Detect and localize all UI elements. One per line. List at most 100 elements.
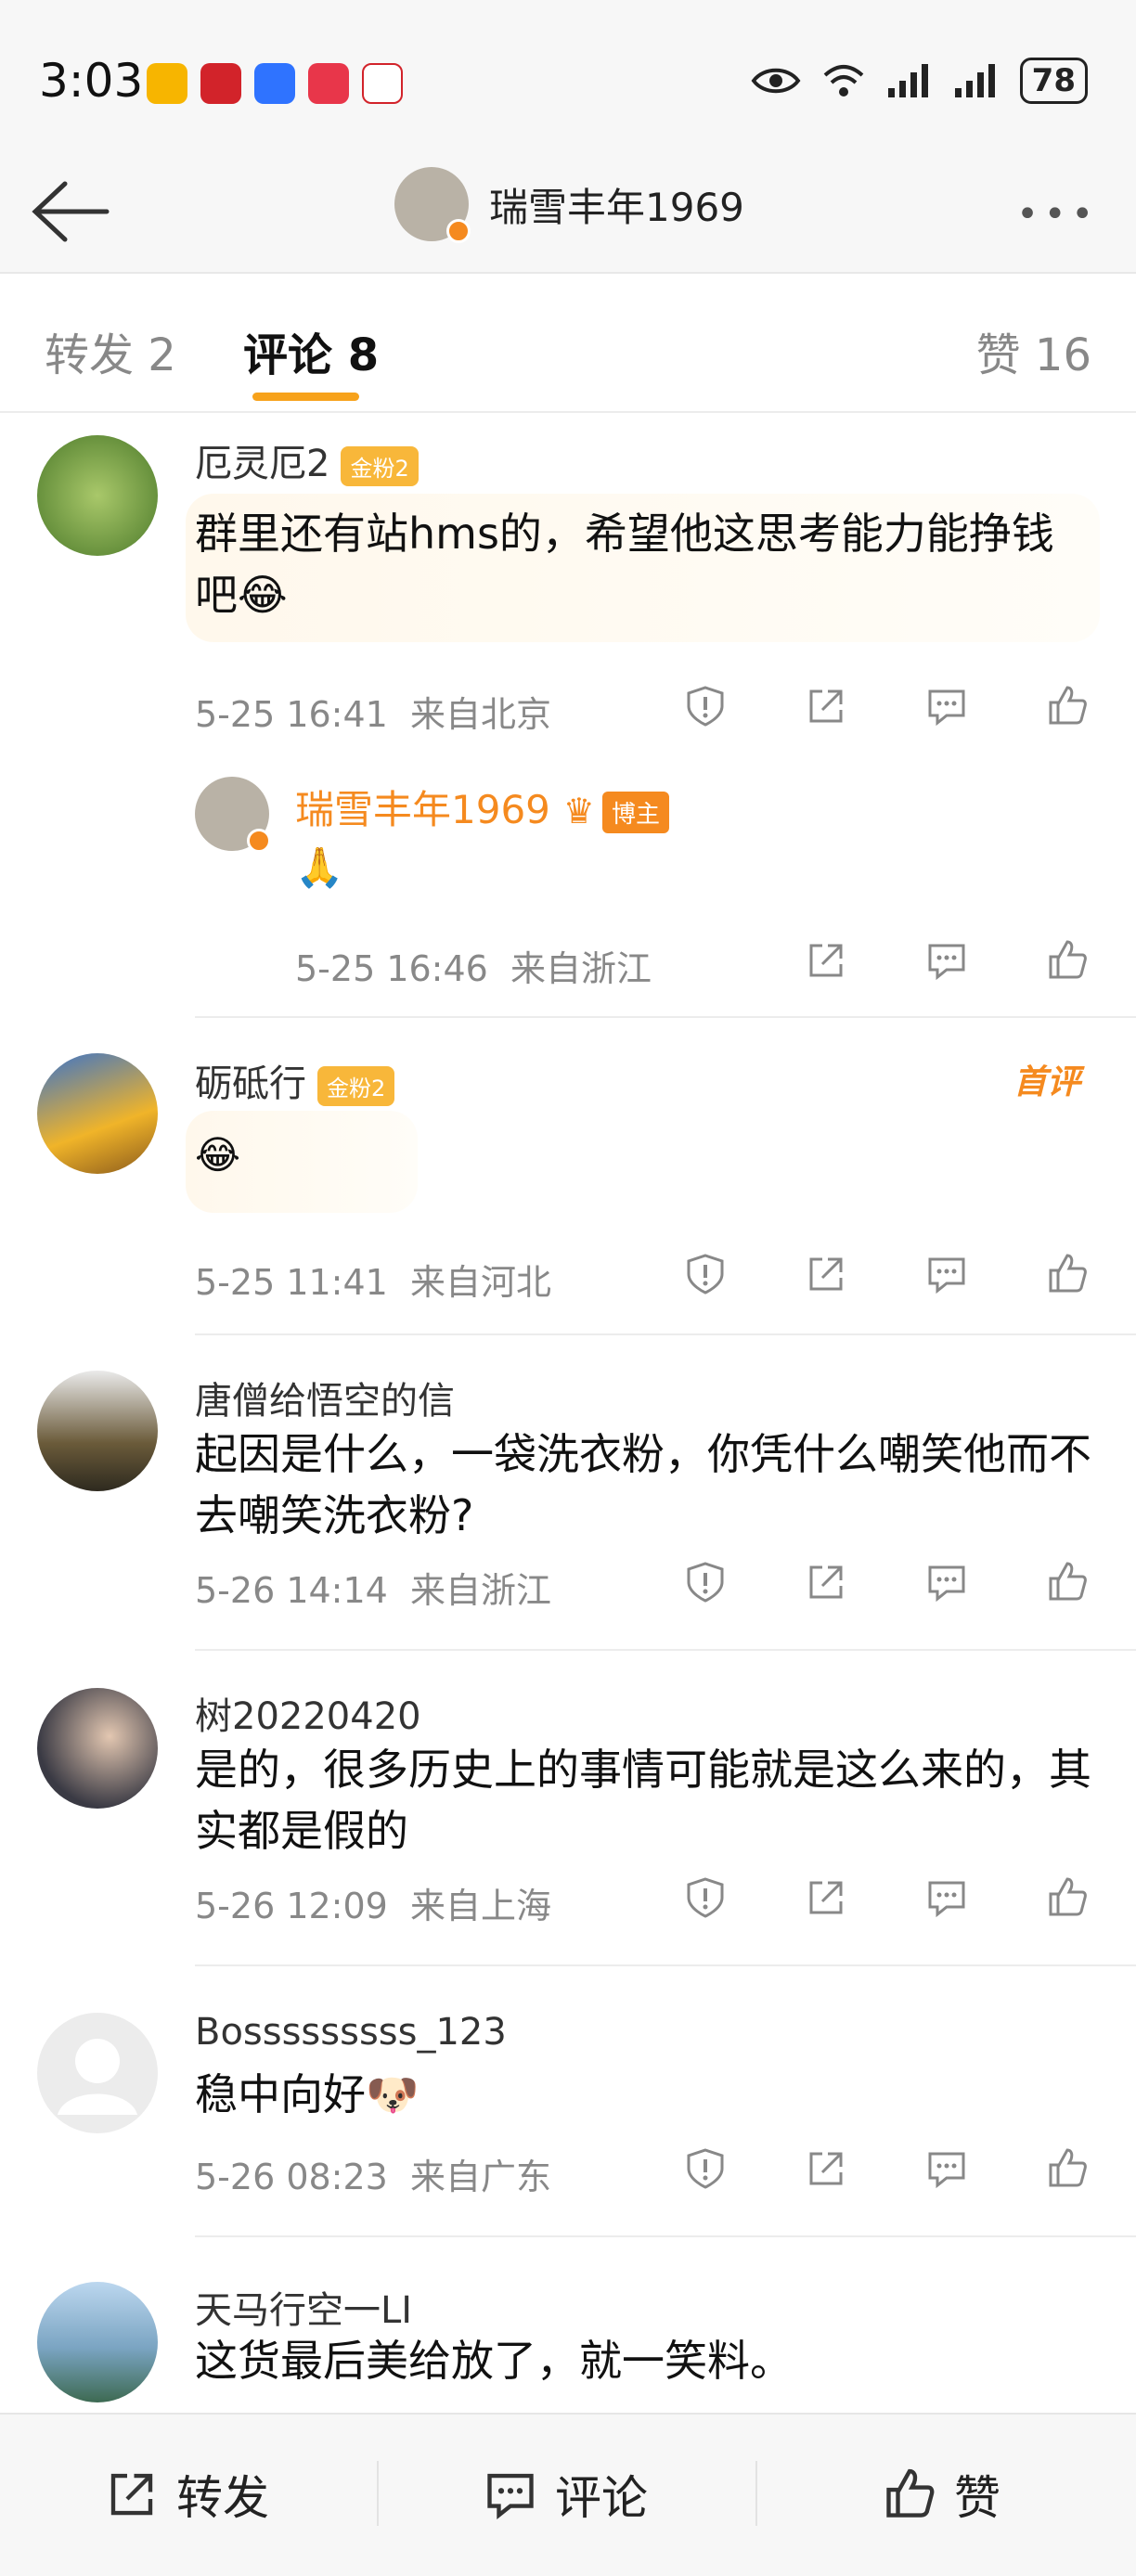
reply-icon[interactable] bbox=[924, 938, 969, 983]
more-options-icon[interactable]: ••• bbox=[1016, 193, 1099, 236]
crown-icon: ♛ bbox=[562, 791, 595, 831]
divider bbox=[195, 1649, 1136, 1651]
like-icon[interactable] bbox=[1045, 684, 1090, 728]
comment-username-text[interactable]: 厄灵厄2 bbox=[195, 443, 329, 485]
comment-button[interactable]: 评论 bbox=[483, 2461, 648, 2528]
comment-location: 来自浙江 bbox=[410, 1570, 552, 1611]
comment-time: 5-25 11:41 bbox=[195, 1262, 388, 1303]
system-icons: 78 bbox=[751, 58, 1088, 104]
huawei-app-icon bbox=[308, 63, 349, 104]
comment-username[interactable]: 唐僧给悟空的信 bbox=[195, 1371, 455, 1424]
reply-text: 🙏 bbox=[295, 844, 344, 890]
divider bbox=[195, 2235, 1136, 2237]
reply-location: 来自浙江 bbox=[510, 948, 652, 989]
divider bbox=[195, 1333, 1136, 1335]
author-tag: 博主 bbox=[601, 792, 669, 833]
comment-location: 来自北京 bbox=[410, 694, 552, 735]
share-icon bbox=[110, 2473, 153, 2516]
comment-username-text[interactable]: 砺砥行 bbox=[195, 1063, 306, 1105]
share-icon[interactable] bbox=[804, 1875, 848, 1920]
comment-actions bbox=[683, 684, 1090, 728]
divider bbox=[195, 1016, 1136, 1018]
commenter-avatar[interactable] bbox=[37, 435, 158, 556]
post-author[interactable]: 瑞雪丰年1969 bbox=[394, 167, 744, 243]
like-icon[interactable] bbox=[1045, 1560, 1090, 1604]
like-icon[interactable] bbox=[1045, 1875, 1090, 1920]
tab-likes[interactable]: 赞 16 bbox=[976, 318, 1091, 383]
tab-bar: 转发 2 评论 8 赞 16 bbox=[0, 274, 1136, 413]
reply-icon[interactable] bbox=[924, 1252, 969, 1296]
share-icon[interactable] bbox=[804, 2146, 848, 2191]
status-time: 3:03 bbox=[39, 54, 144, 108]
share-icon[interactable] bbox=[804, 1252, 848, 1296]
battery-indicator: 78 bbox=[1019, 58, 1088, 104]
comment-label: 评论 bbox=[555, 2471, 648, 2525]
comment-list[interactable]: 厄灵厄2 金粉2 群里还有站hms的，希望他这思考能力能挣钱吧😂 5-25 16:… bbox=[0, 415, 1136, 2412]
comment-icon bbox=[487, 2473, 534, 2520]
comment-username[interactable]: 天马行空一LI bbox=[195, 2280, 412, 2334]
reply-avatar[interactable] bbox=[195, 777, 271, 853]
notification-icons bbox=[147, 63, 403, 104]
first-comment-badge: 首评 bbox=[1013, 1063, 1080, 1101]
reply-icon[interactable] bbox=[924, 684, 969, 728]
fan-badge: 金粉2 bbox=[317, 1065, 395, 1106]
blue-app-icon bbox=[254, 63, 295, 104]
comment-username[interactable]: Bosssssssss_123 bbox=[195, 2011, 507, 2054]
default-avatar-icon bbox=[58, 2039, 137, 2115]
share-icon[interactable] bbox=[804, 938, 848, 983]
share-icon[interactable] bbox=[804, 684, 848, 728]
reply-icon[interactable] bbox=[924, 2146, 969, 2191]
like-icon[interactable] bbox=[1045, 2146, 1090, 2191]
comment-time: 5-26 08:23 bbox=[195, 2157, 388, 2197]
like-icon[interactable] bbox=[1045, 938, 1090, 983]
report-icon[interactable] bbox=[683, 1875, 728, 1920]
commenter-avatar[interactable] bbox=[37, 1371, 158, 1491]
like-icon[interactable] bbox=[1045, 1252, 1090, 1296]
comment-actions bbox=[683, 1560, 1090, 1604]
comment-username[interactable]: 砺砥行 金粉2 bbox=[195, 1053, 395, 1107]
study-app-icon bbox=[200, 63, 241, 104]
report-icon[interactable] bbox=[683, 1560, 728, 1604]
divider bbox=[195, 1964, 1136, 1966]
wifi-icon bbox=[823, 65, 864, 97]
verified-badge-icon bbox=[446, 219, 471, 243]
separator bbox=[377, 2461, 379, 2526]
reply-icon[interactable] bbox=[924, 1560, 969, 1604]
tab-repost[interactable]: 转发 2 bbox=[45, 318, 176, 383]
news-app-icon bbox=[362, 63, 403, 104]
comment-actions bbox=[683, 1252, 1090, 1296]
commenter-avatar[interactable] bbox=[37, 2282, 158, 2402]
repost-label: 转发 bbox=[176, 2471, 269, 2525]
author-name[interactable]: 瑞雪丰年1969 bbox=[489, 176, 744, 233]
reply-username[interactable]: 瑞雪丰年1969 ♛ 博主 bbox=[295, 779, 669, 835]
comment-text: 起因是什么，一袋洗衣粉，你凭什么嘲笑他而不去嘲笑洗衣粉? bbox=[195, 1429, 1091, 1540]
commenter-avatar[interactable] bbox=[37, 1688, 158, 1809]
comment-text: 是的，很多历史上的事情可能就是这么来的，其实都是假的 bbox=[195, 1745, 1091, 1856]
comment-username[interactable]: 厄灵厄2 金粉2 bbox=[195, 433, 419, 487]
report-icon[interactable] bbox=[683, 1252, 728, 1296]
reply-icon[interactable] bbox=[924, 1875, 969, 1920]
comment-location: 来自河北 bbox=[410, 1262, 552, 1303]
comment-actions bbox=[683, 2146, 1090, 2191]
share-icon[interactable] bbox=[804, 1560, 848, 1604]
comment-meta: 5-26 08:23 来自广东 bbox=[195, 2148, 551, 2199]
report-icon[interactable] bbox=[683, 2146, 728, 2191]
author-avatar[interactable] bbox=[394, 167, 471, 243]
reply-time: 5-25 16:46 bbox=[295, 948, 488, 989]
repost-button[interactable]: 转发 bbox=[104, 2461, 269, 2528]
back-arrow-icon[interactable] bbox=[28, 174, 111, 249]
report-icon[interactable] bbox=[683, 684, 728, 728]
comment-text: 群里还有站hms的，希望他这思考能力能挣钱吧😂 bbox=[195, 509, 1054, 620]
comment-username[interactable]: 树20220420 bbox=[195, 1686, 421, 1740]
fan-badge: 金粉2 bbox=[341, 445, 419, 486]
comment-text: 😂 bbox=[195, 1132, 241, 1178]
comment-text: 这货最后美给放了，就一笑料。 bbox=[195, 2336, 793, 2386]
tab-comments[interactable]: 评论 8 bbox=[243, 318, 379, 383]
signal-icon bbox=[887, 64, 928, 97]
commenter-avatar[interactable] bbox=[37, 1053, 158, 1174]
reply-username-text[interactable]: 瑞雪丰年1969 bbox=[295, 787, 550, 832]
comment-time: 5-26 14:14 bbox=[195, 1570, 388, 1611]
like-button[interactable]: 赞 bbox=[882, 2461, 1000, 2528]
status-bar: 3:03 78 bbox=[0, 0, 1136, 148]
commenter-avatar[interactable] bbox=[37, 2013, 158, 2133]
